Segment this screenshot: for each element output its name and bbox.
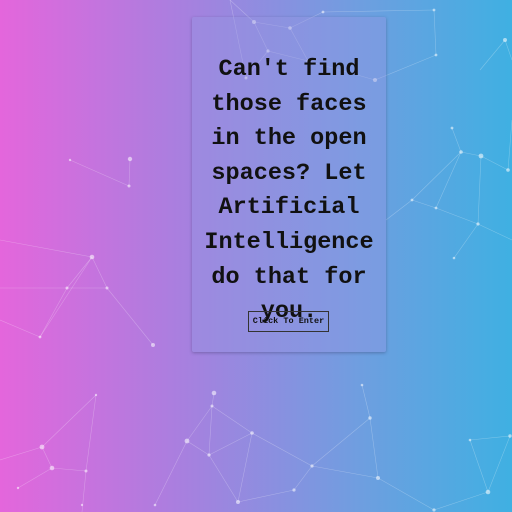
hero-headline: Can't find those faces in the open space… xyxy=(204,56,374,326)
enter-button[interactable]: Click To Enter xyxy=(248,311,329,332)
hero-card: Can't find those faces in the open space… xyxy=(192,17,386,352)
